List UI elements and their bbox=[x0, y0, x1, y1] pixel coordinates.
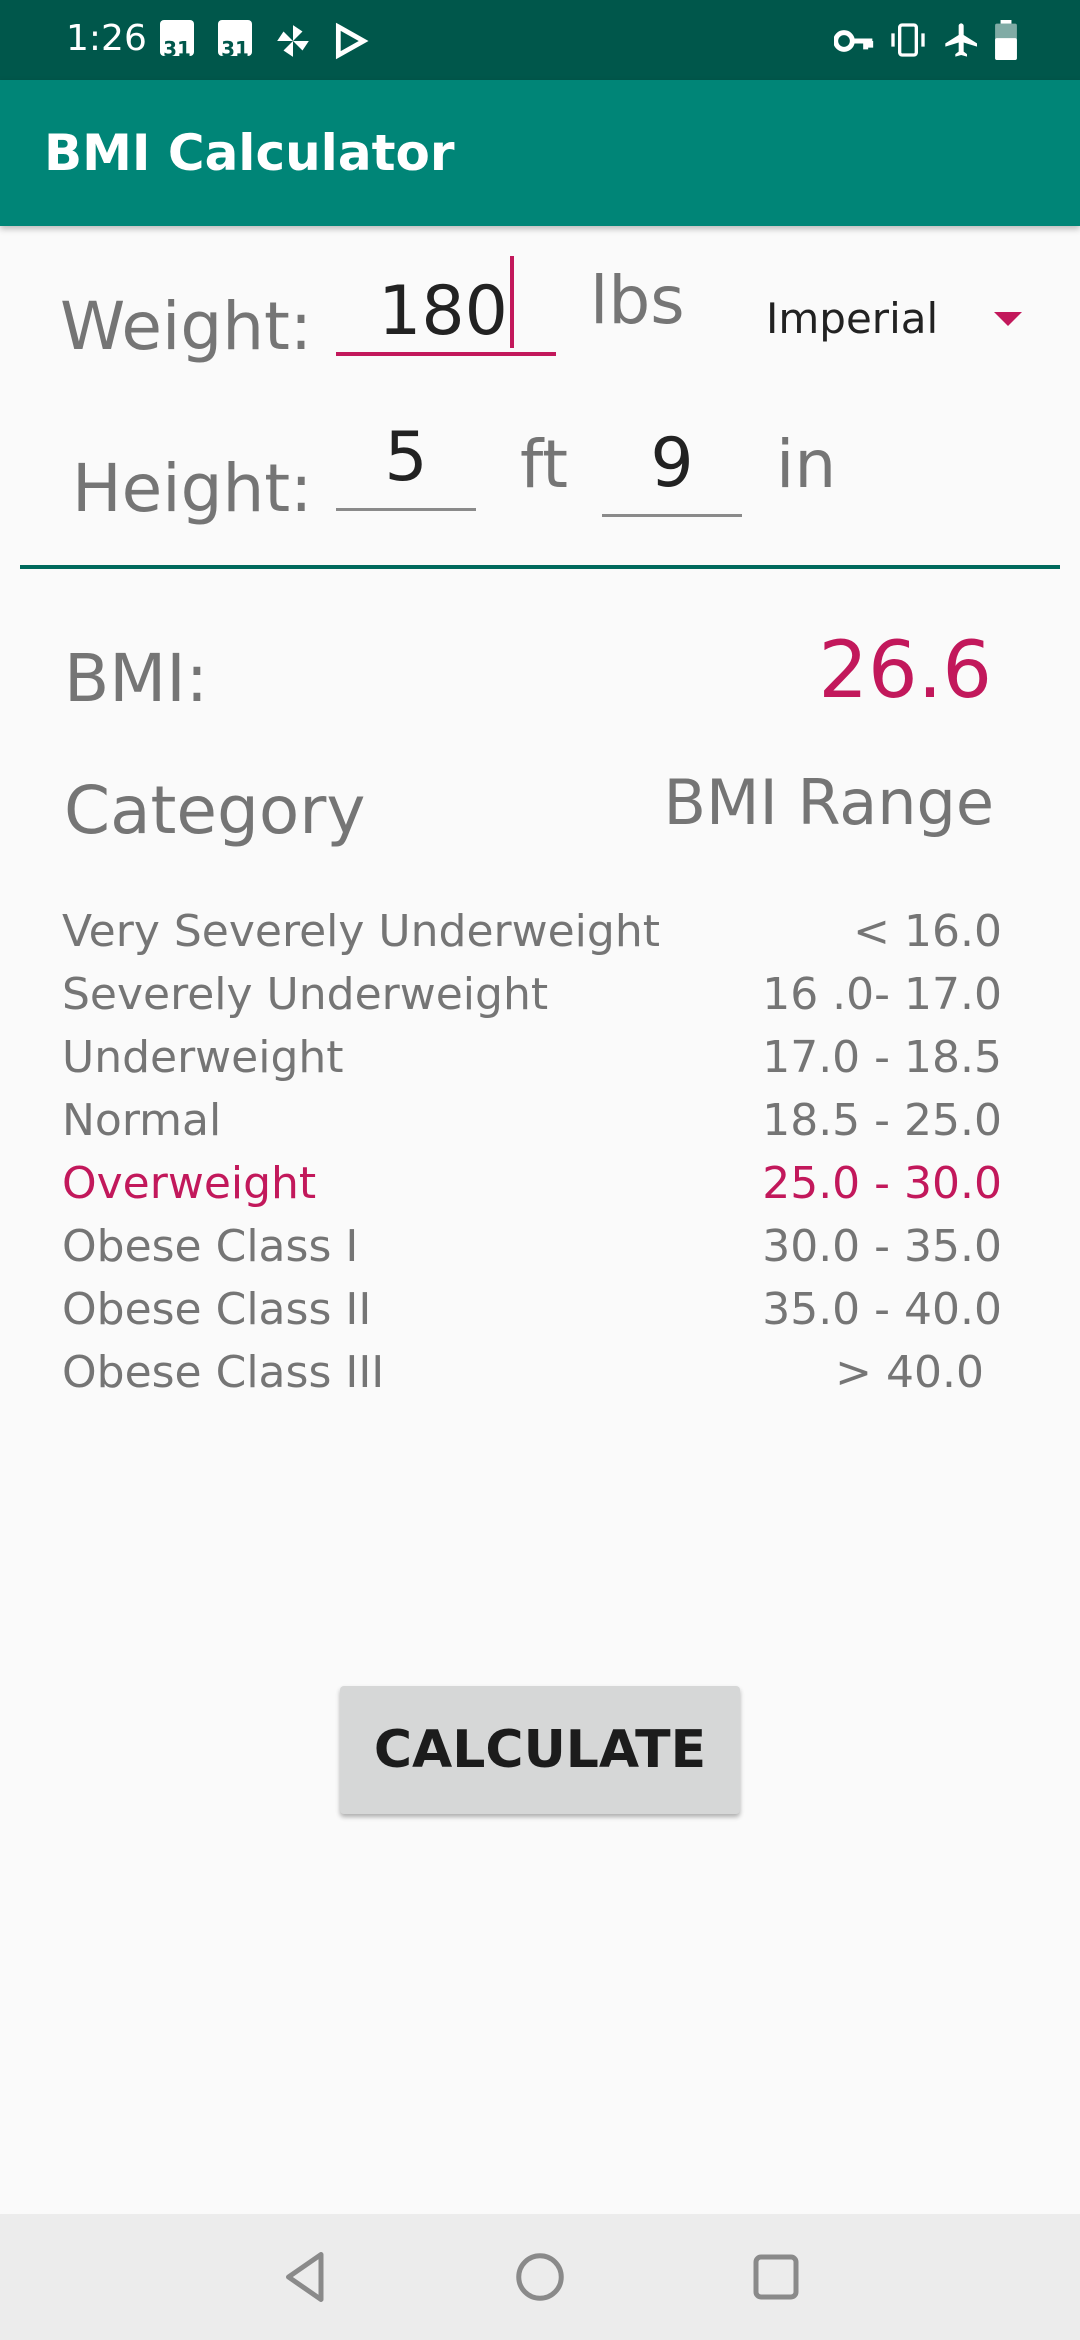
calculate-button[interactable]: CALCULATE bbox=[340, 1686, 740, 1814]
table-row: Underweight 17.0 - 18.5 bbox=[62, 1032, 1002, 1094]
category-header: Category bbox=[64, 772, 366, 849]
height-feet-value: 5 bbox=[384, 418, 428, 497]
calendar-icon: 31 bbox=[218, 20, 252, 61]
category-name: Underweight bbox=[62, 1032, 344, 1083]
battery-icon bbox=[995, 20, 1017, 60]
category-range: 35.0 - 40.0 bbox=[762, 1284, 1002, 1335]
category-name: Obese Class II bbox=[62, 1284, 372, 1335]
category-range: 18.5 - 25.0 bbox=[762, 1095, 1002, 1146]
inches-unit: in bbox=[776, 426, 837, 503]
category-range: < 16.0 bbox=[853, 906, 1002, 957]
navigation-bar bbox=[0, 2214, 1080, 2340]
divider bbox=[20, 565, 1060, 569]
height-feet-input[interactable]: 5 bbox=[336, 418, 476, 497]
weight-unit: lbs bbox=[590, 262, 685, 339]
status-time: 1:26 bbox=[66, 18, 147, 59]
table-row: Very Severely Underweight < 16.0 bbox=[62, 906, 1002, 968]
bmi-label: BMI: bbox=[64, 640, 208, 717]
app-title: BMI Calculator bbox=[44, 124, 455, 182]
text-cursor bbox=[509, 256, 514, 348]
home-icon[interactable] bbox=[510, 2247, 570, 2307]
bmi-range-header: BMI Range bbox=[663, 766, 994, 839]
weight-value: 180 bbox=[378, 272, 508, 351]
category-name: Normal bbox=[62, 1095, 222, 1146]
table-row: Normal 18.5 - 25.0 bbox=[62, 1095, 1002, 1157]
recents-icon[interactable] bbox=[746, 2247, 806, 2307]
airplane-mode-icon bbox=[945, 23, 977, 57]
table-row: Severely Underweight 16 .0- 17.0 bbox=[62, 969, 1002, 1031]
height-feet-underline bbox=[336, 508, 476, 511]
category-range: 25.0 - 30.0 bbox=[762, 1158, 1002, 1209]
table-row: Obese Class III > 40.0 bbox=[62, 1347, 1002, 1409]
app-bar: BMI Calculator bbox=[0, 80, 1080, 226]
category-range: 30.0 - 35.0 bbox=[762, 1221, 1002, 1272]
height-inches-underline bbox=[602, 514, 742, 517]
weight-label: Weight: bbox=[60, 288, 313, 365]
weight-input-underline bbox=[336, 352, 556, 356]
feet-unit: ft bbox=[520, 426, 568, 503]
height-label: Height: bbox=[72, 450, 313, 527]
vibrate-icon bbox=[891, 23, 925, 57]
category-range: 17.0 - 18.5 bbox=[762, 1032, 1002, 1083]
dropdown-arrow-icon bbox=[994, 312, 1022, 326]
bmi-value: 26.6 bbox=[818, 626, 992, 716]
category-name: Obese Class I bbox=[62, 1221, 359, 1272]
calendar-icon: 31 bbox=[160, 20, 194, 61]
category-name: Severely Underweight bbox=[62, 969, 549, 1020]
table-row-highlighted: Overweight 25.0 - 30.0 bbox=[62, 1158, 1002, 1220]
category-name: Very Severely Underweight bbox=[62, 906, 660, 957]
status-bar: 1:26 31 31 bbox=[0, 0, 1080, 80]
table-row: Obese Class II 35.0 - 40.0 bbox=[62, 1284, 1002, 1346]
back-icon[interactable] bbox=[276, 2247, 336, 2307]
category-name: Overweight bbox=[62, 1158, 317, 1209]
unit-system-value: Imperial bbox=[766, 294, 939, 343]
vpn-key-icon bbox=[834, 30, 874, 52]
category-range: > 40.0 bbox=[835, 1347, 984, 1398]
height-inches-input[interactable]: 9 bbox=[602, 424, 742, 503]
weight-input[interactable]: 180 bbox=[336, 256, 556, 351]
pinwheel-icon bbox=[277, 25, 309, 57]
play-store-icon bbox=[335, 22, 369, 60]
table-row: Obese Class I 30.0 - 35.0 bbox=[62, 1221, 1002, 1283]
category-name: Obese Class III bbox=[62, 1347, 385, 1398]
category-range: 16 .0- 17.0 bbox=[762, 969, 1002, 1020]
height-inches-value: 9 bbox=[650, 424, 694, 503]
